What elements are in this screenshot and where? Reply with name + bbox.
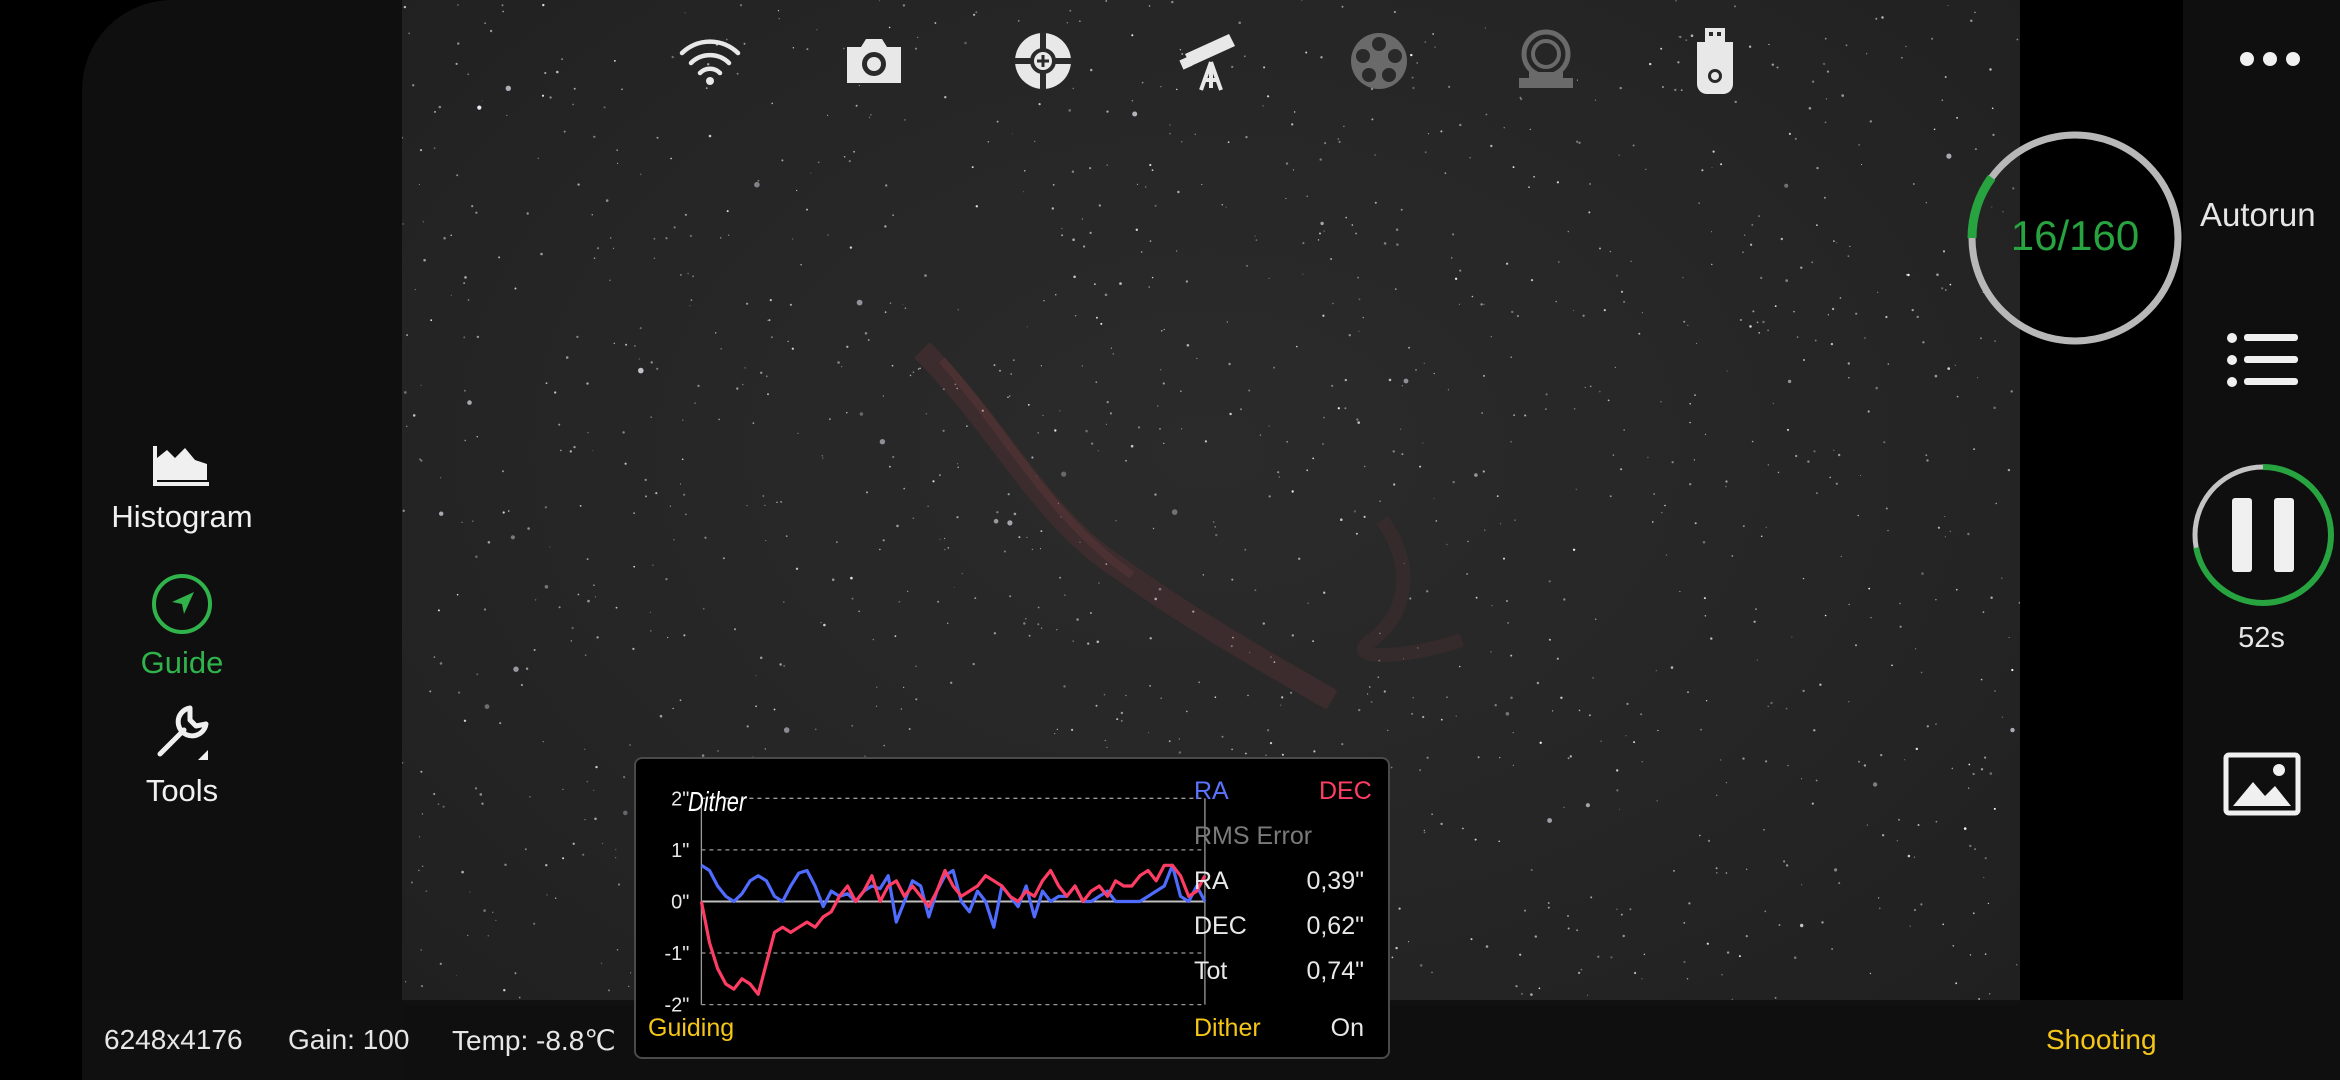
- telescope-mount-icon: [1179, 34, 1235, 91]
- dither-value[interactable]: On: [1324, 1014, 1364, 1043]
- guide-panel[interactable]: 2" 1" 0" -1" -2" Dither RA DEC RMS Error RA …: [634, 757, 1390, 1059]
- y-tick-label: 1": [671, 840, 689, 862]
- camera-icon: [847, 39, 901, 83]
- rms-ra-label: RA: [1194, 867, 1229, 895]
- shooting-status[interactable]: Shooting: [2046, 1024, 2157, 1056]
- y-tick-label: 0": [671, 891, 689, 913]
- rms-dec-label: DEC: [1194, 912, 1247, 940]
- autorun-progress-count: 16/160: [2010, 212, 2140, 259]
- rotator-button[interactable]: [1511, 26, 1581, 96]
- rms-ra-value: 0,39": [1306, 867, 1364, 895]
- more-icon: [2240, 52, 2300, 66]
- rms-error-title: RMS Error: [1194, 822, 1313, 850]
- guiding-status: Guiding: [648, 1014, 735, 1042]
- nebula-filament: [938, 357, 1135, 579]
- wifi-button[interactable]: [675, 26, 745, 96]
- sequence-list-icon: [2227, 333, 2298, 387]
- camera-button[interactable]: [839, 26, 909, 96]
- filter-wheel-icon: [1351, 33, 1407, 89]
- legend-ra: RA: [1194, 777, 1229, 805]
- focuser-button[interactable]: [1008, 26, 1078, 96]
- dec-series-line: [699, 863, 1207, 996]
- app-screen: Histogram Guide Tools 6248x4176 Gain: 10…: [0, 0, 2340, 1080]
- rms-total-label: Tot: [1194, 957, 1228, 985]
- usb-drive-icon: [1697, 28, 1733, 94]
- more-options-button[interactable]: [2235, 44, 2305, 74]
- image-resolution: 6248x4176: [104, 1024, 243, 1055]
- usb-storage-button[interactable]: [1680, 26, 1750, 96]
- histogram-button[interactable]: Histogram: [102, 440, 262, 535]
- pause-icon: [2232, 498, 2294, 572]
- filter-wheel-button[interactable]: [1344, 26, 1414, 96]
- y-tick-label: -1": [665, 943, 690, 965]
- pause-button[interactable]: [2188, 460, 2338, 610]
- nebula-filament: [914, 342, 1338, 710]
- sensor-temperature: Temp: -8.8℃: [452, 1025, 616, 1056]
- tools-button[interactable]: Tools: [102, 702, 262, 809]
- y-tick-label: 2": [671, 788, 689, 810]
- guide-label: Guide: [140, 645, 224, 680]
- nebula-filament: [1357, 515, 1465, 662]
- rms-dec-value: 0,62": [1306, 912, 1364, 940]
- histogram-label: Histogram: [111, 499, 253, 534]
- autorun-label: Autorun: [2200, 196, 2316, 233]
- dither-label: Dither: [1194, 1014, 1261, 1042]
- tools-label: Tools: [145, 773, 219, 808]
- legend-dec: DEC: [1319, 777, 1372, 805]
- wifi-icon: [679, 39, 741, 85]
- sequence-list-button[interactable]: [2226, 330, 2300, 390]
- wrench-icon: [150, 705, 214, 768]
- guide-button[interactable]: Guide: [102, 572, 262, 681]
- guide-graph: 2"1"0"-1"-2" Dither: [665, 786, 1207, 1017]
- chart-status-label: Dither: [688, 786, 748, 817]
- focuser-target-icon: [1014, 32, 1072, 90]
- ra-series-line: [700, 863, 1207, 929]
- rms-total-value: 0,74": [1306, 957, 1364, 985]
- guide-compass-icon: [150, 574, 214, 640]
- gallery-button[interactable]: [2223, 752, 2301, 816]
- gallery-icon: [2223, 752, 2301, 816]
- histogram-icon: [151, 446, 213, 494]
- mount-button[interactable]: [1176, 26, 1246, 96]
- left-sidebar: [82, 0, 402, 1080]
- gain-value: Gain: 100: [288, 1024, 410, 1055]
- rotator-icon: [1519, 29, 1573, 88]
- exposure-countdown: 52s: [2238, 622, 2285, 654]
